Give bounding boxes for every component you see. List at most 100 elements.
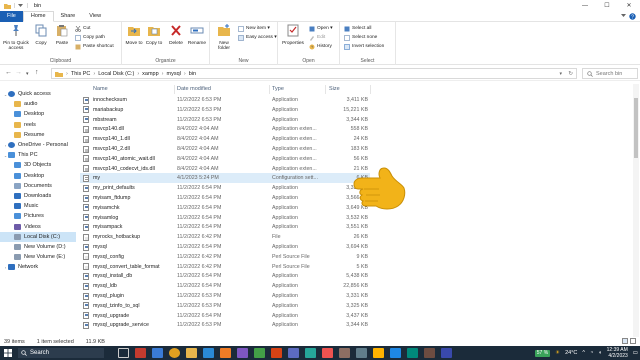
app-icon[interactable] [407, 348, 418, 358]
qat-dropdown-icon[interactable] [18, 3, 24, 8]
copy-to-button[interactable]: Copy to [144, 24, 164, 46]
nav-item[interactable]: Resume [0, 130, 76, 140]
app-icon[interactable] [305, 348, 316, 358]
app-icon[interactable] [339, 348, 350, 358]
file-row[interactable]: mbstream 11/2/2022 6:53 PM Application 3,34… [80, 115, 370, 125]
file-row[interactable]: my_print_defaults 11/2/2022 6:54 PM Applic… [80, 183, 370, 193]
vscode-icon[interactable] [203, 348, 214, 358]
tab-view[interactable]: View [82, 11, 108, 22]
file-row[interactable]: myisampack 11/2/2022 6:54 PM Application 3,… [80, 222, 370, 232]
clock[interactable]: 12:39 AM 4/2/2023 [607, 347, 628, 359]
app-icon[interactable] [356, 348, 367, 358]
file-row[interactable]: mysql_convert_table_format 11/2/2022 6:42… [80, 262, 370, 272]
file-row[interactable]: mariabackup 11/2/2022 6:53 PM Application 1… [80, 105, 370, 115]
app-icon[interactable] [424, 348, 435, 358]
app-icon[interactable] [288, 348, 299, 358]
edit-button[interactable]: Edit [309, 34, 325, 41]
ribbon-expand-icon[interactable] [621, 14, 626, 18]
app-icon[interactable] [135, 348, 146, 358]
cut-button[interactable]: Cut [75, 25, 90, 32]
paste-shortcut-button[interactable]: Paste shortcut [75, 43, 114, 50]
file-row[interactable]: mysql_install_db 11/2/2022 6:54 PM Applica… [80, 271, 370, 281]
file-row[interactable]: mysql_upgrade_service 11/2/2022 6:53 PM Ap… [80, 320, 370, 330]
rename-button[interactable]: Rename [187, 24, 207, 46]
task-view-icon[interactable] [118, 348, 129, 358]
breadcrumb-xampp[interactable]: xampp [142, 71, 159, 77]
nav-item[interactable]: ⌄ This PC [0, 150, 76, 160]
file-row[interactable]: innochecksum 11/2/2022 6:53 PM Application… [80, 95, 370, 105]
nav-item[interactable]: 3D Objects [0, 160, 76, 170]
forward-icon[interactable]: → [15, 69, 22, 76]
search-input[interactable]: Search bin [582, 68, 638, 79]
refresh-icon[interactable]: ↻ [568, 71, 573, 77]
vertical-scrollbar[interactable] [633, 84, 639, 337]
nav-item[interactable]: › OneDrive - Personal [0, 140, 76, 150]
battery-indicator[interactable]: 57 % [534, 349, 551, 357]
nav-item[interactable]: Downloads [0, 191, 76, 201]
file-row[interactable]: my4/1/2023 5:24 PMConfiguration sett...6… [80, 173, 370, 184]
nav-item[interactable]: ⌄ Quick access [0, 89, 76, 99]
column-header-size[interactable]: Size [329, 86, 340, 92]
breadcrumb-mysql[interactable]: mysql [167, 71, 181, 77]
close-button[interactable]: ✕ [618, 0, 640, 11]
file-row[interactable]: mysql_tzinfo_to_sql 11/2/2022 6:53 PM Appl… [80, 301, 370, 311]
nav-item[interactable]: New Volume (E:) [0, 252, 76, 262]
nav-item[interactable]: New Volume (D:) [0, 242, 76, 252]
file-row[interactable]: myisamchk 11/2/2022 6:54 PM Application 3,6… [80, 203, 370, 213]
tray-chevron-icon[interactable]: ^ [582, 350, 585, 356]
select-none-button[interactable]: Select none [344, 34, 377, 41]
tab-home[interactable]: Home [22, 10, 54, 22]
breadcrumb-local-disk[interactable]: Local Disk (C:) [98, 71, 134, 77]
file-row[interactable]: myisamlog 11/2/2022 6:54 PM Application 3,5… [80, 213, 370, 223]
file-row[interactable]: mysql_plugin 11/2/2022 6:53 PM Application… [80, 291, 370, 301]
scrollbar-thumb[interactable] [634, 98, 638, 158]
file-row[interactable]: myrocks_hotbackup 11/2/2022 6:42 PM File 26… [80, 232, 370, 242]
delete-button[interactable]: Delete [166, 24, 186, 46]
breadcrumb-bin[interactable]: bin [189, 71, 196, 77]
nav-item[interactable]: Desktop [0, 171, 76, 181]
nav-item[interactable]: audio [0, 99, 76, 109]
xampp-icon[interactable] [220, 348, 231, 358]
file-row[interactable]: msvcp140_atomic_wait.dll 8/4/2022 4:04 AM… [80, 154, 370, 164]
file-row[interactable]: mysql_ldb 11/2/2022 6:54 PM Application 22,… [80, 281, 370, 291]
chrome-icon[interactable] [169, 348, 180, 358]
notification-icon[interactable]: ▭ [633, 350, 638, 356]
column-divider[interactable] [370, 85, 371, 94]
app-icon[interactable] [254, 348, 265, 358]
file-row[interactable]: myisam_ftdump 11/2/2022 6:54 PM Applicatio… [80, 193, 370, 203]
select-all-button[interactable]: Select all [344, 25, 371, 32]
file-row[interactable]: msvcp140_1.dll 8/4/2022 4:04 AM Applicatio… [80, 134, 370, 144]
taskbar-search[interactable]: Search [18, 348, 104, 358]
app-icon[interactable] [390, 348, 401, 358]
file-row[interactable]: mysql_config 11/2/2022 6:42 PM Perl Source… [80, 252, 370, 262]
file-row[interactable]: msvcp140.dll 8/4/2022 4:04 AM Application … [80, 124, 370, 134]
file-row[interactable]: mysql 11/2/2022 6:54 PM Application 3,694 K… [80, 242, 370, 252]
properties-button[interactable]: Properties [282, 24, 304, 46]
volume-icon[interactable]: ◖ [598, 350, 601, 356]
file-row[interactable]: msvcp140_codecvt_ids.dll 8/4/2022 4:04 AM… [80, 164, 370, 174]
large-icons-view-icon[interactable] [630, 338, 636, 344]
invert-selection-button[interactable]: Invert selection [344, 43, 384, 50]
tab-file[interactable]: File [0, 10, 23, 22]
app-icon[interactable] [441, 348, 452, 358]
file-explorer-icon[interactable] [186, 348, 197, 358]
network-icon[interactable]: ◔ [590, 350, 593, 356]
column-divider[interactable] [325, 85, 326, 94]
app-icon[interactable] [237, 348, 248, 358]
column-divider[interactable] [269, 85, 270, 94]
history-button[interactable]: History [309, 43, 332, 50]
nav-item[interactable]: Local Disk (C:) [0, 231, 76, 242]
up-icon[interactable]: ↑ [35, 69, 39, 76]
minimize-button[interactable]: — [574, 0, 596, 11]
address-path[interactable]: › This PC › Local Disk (C:) › xampp › my… [51, 68, 577, 79]
help-icon[interactable]: ? [629, 13, 636, 20]
nav-item[interactable]: Music [0, 201, 76, 211]
copy-path-button[interactable]: Copy path [75, 34, 105, 41]
details-view-icon[interactable] [622, 338, 628, 344]
open-button[interactable]: Open ▾ [309, 25, 332, 32]
column-header-date[interactable]: Date modified [177, 86, 211, 92]
weather-temperature[interactable]: 24°C [565, 350, 577, 356]
copy-button[interactable]: Copy [31, 24, 51, 46]
app-icon[interactable] [373, 348, 384, 358]
column-header-name[interactable]: Name [93, 86, 108, 92]
